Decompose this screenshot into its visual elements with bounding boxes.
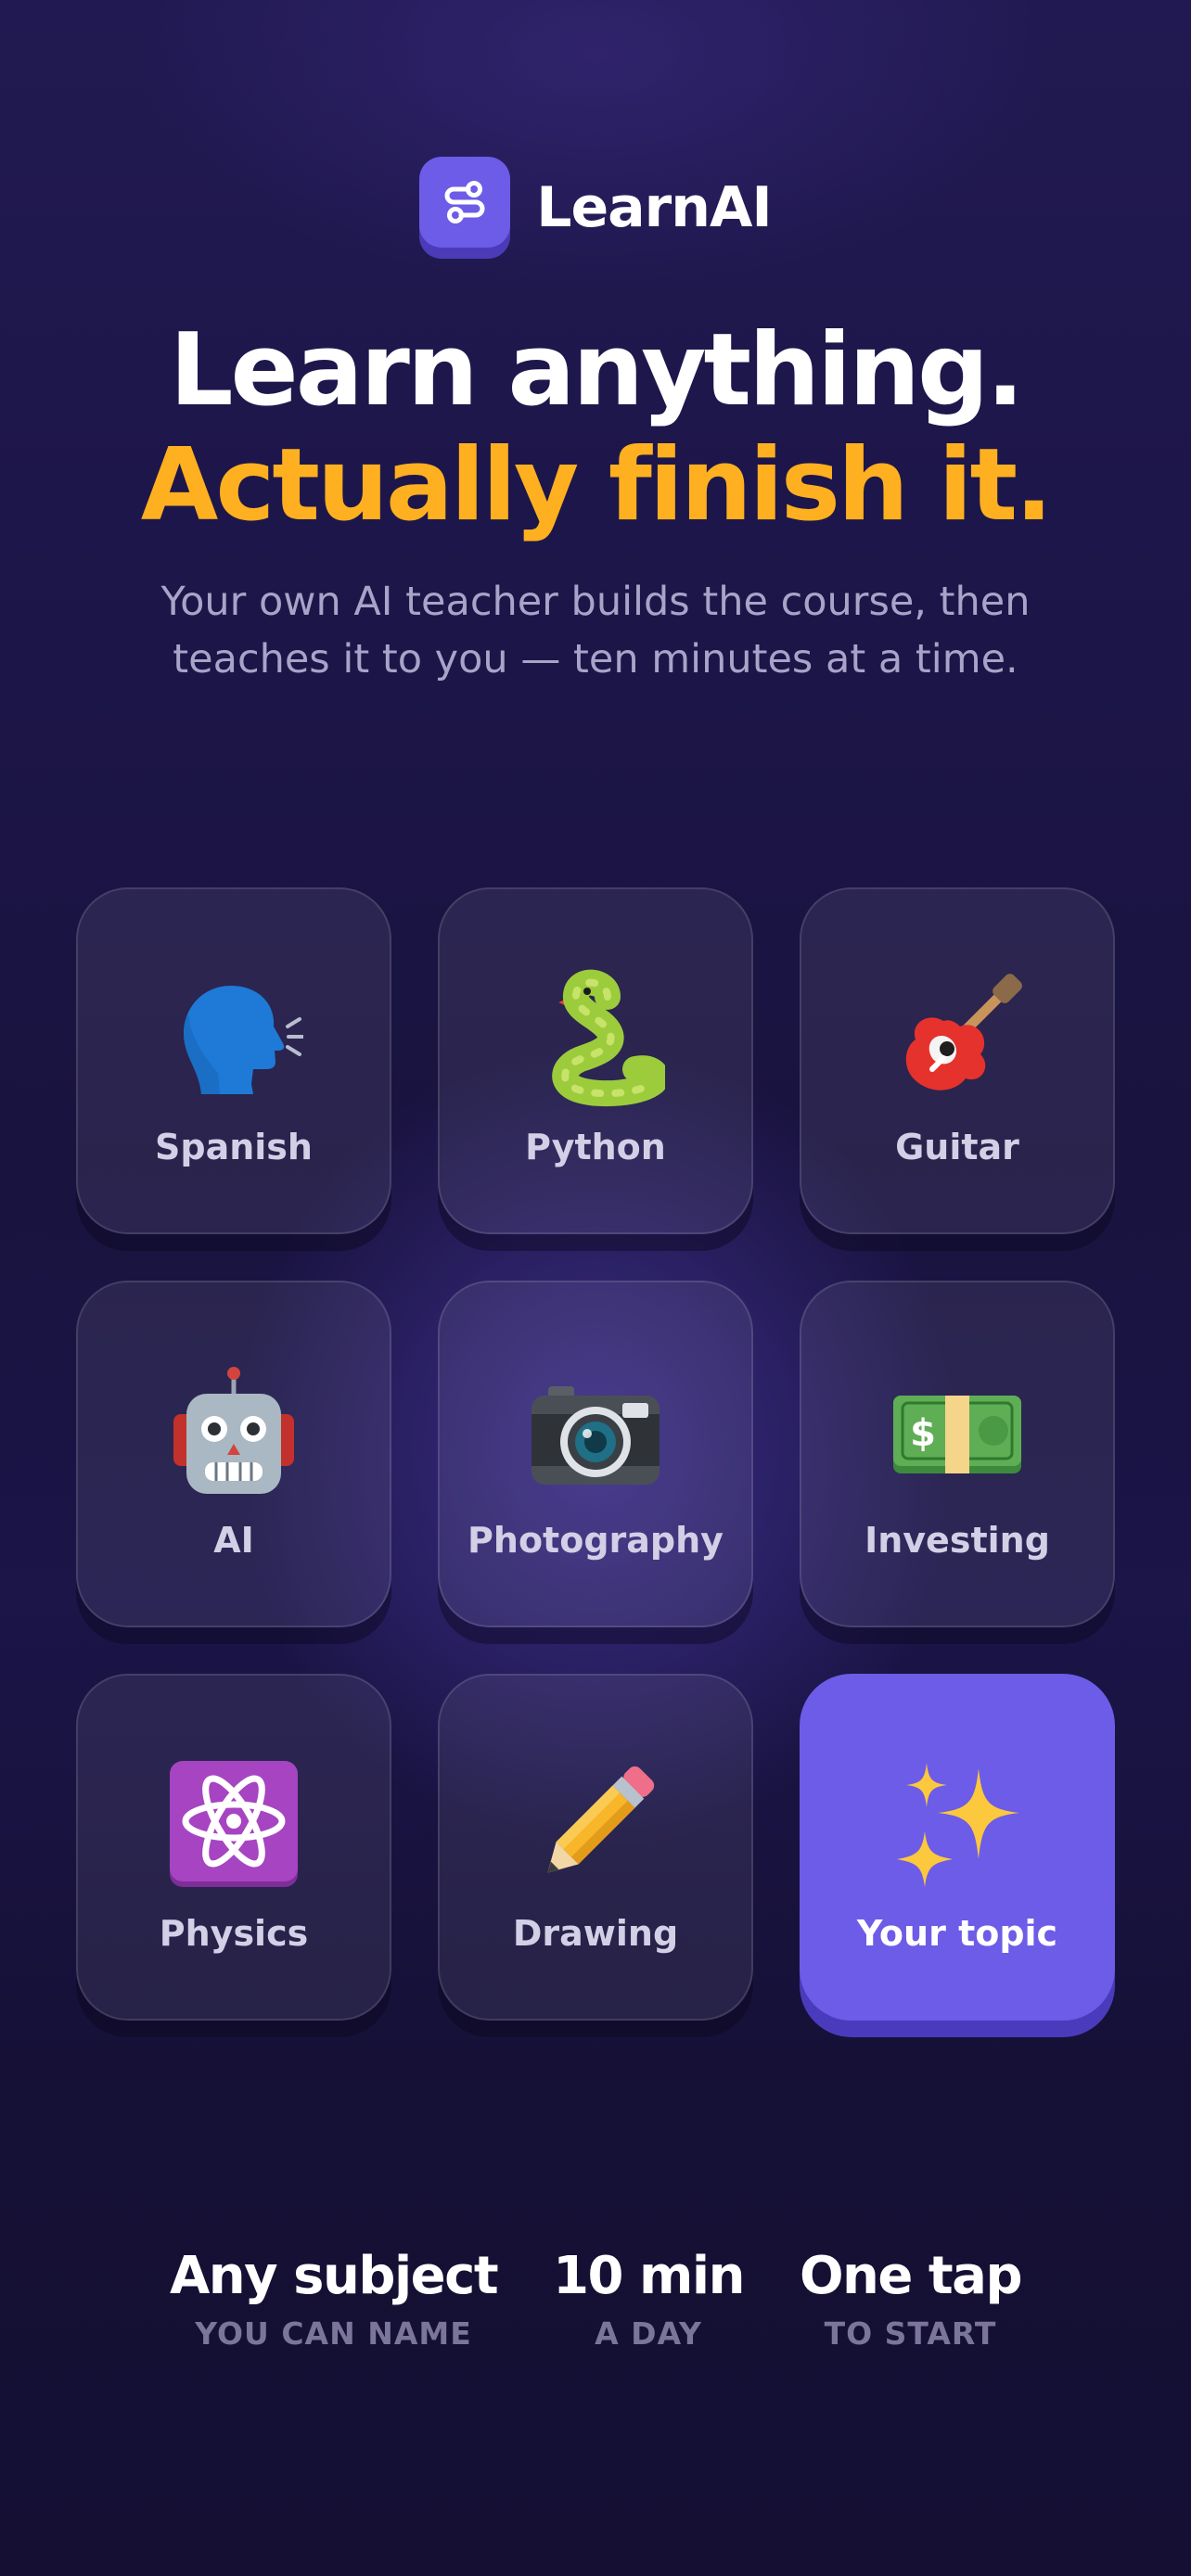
stat-one-tap: One tap TO START	[799, 2242, 1023, 2357]
robot-icon	[78, 1362, 390, 1501]
feature-stats: Any subject YOU CAN NAME 10 min A DAY On…	[0, 2242, 1191, 2357]
landing-page: LearnAI Learn anything. Actually finish …	[0, 0, 1191, 2576]
topic-tile-drawing[interactable]: Drawing	[438, 1674, 753, 2021]
topic-tile-spanish[interactable]: Spanish	[76, 887, 391, 1234]
stat-value: One tap	[799, 2246, 1023, 2306]
topic-grid: Spanish Python Guitar AI Photography $ I…	[76, 887, 1115, 2021]
topic-tile-investing[interactable]: $ Investing	[800, 1281, 1115, 1627]
dollar-banknote-icon: $	[801, 1362, 1113, 1501]
atom-symbol-icon	[78, 1755, 390, 1894]
topic-label: Physics	[159, 1913, 309, 1954]
app-name: LearnAI	[536, 175, 772, 240]
topic-label: Investing	[864, 1520, 1050, 1561]
stat-caption: A DAY	[595, 2315, 702, 2352]
snake-icon	[440, 969, 751, 1108]
hero-headline: Learn anything. Actually finish it.	[0, 313, 1191, 543]
svg-text:$: $	[910, 1412, 936, 1455]
topic-label: Guitar	[895, 1127, 1019, 1167]
headline-line-2: Actually finish it.	[140, 427, 1053, 543]
topic-label: Photography	[467, 1520, 724, 1561]
topic-tile-guitar[interactable]: Guitar	[800, 887, 1115, 1234]
stat-value: Any subject	[169, 2246, 499, 2306]
topic-label: Your topic	[856, 1913, 1058, 1954]
stat-caption: YOU CAN NAME	[195, 2315, 472, 2352]
stat-value: 10 min	[553, 2246, 745, 2306]
guitar-icon	[801, 969, 1113, 1108]
topic-label: Python	[525, 1127, 666, 1167]
topic-label: AI	[213, 1520, 254, 1561]
stat-any-subject: Any subject YOU CAN NAME	[169, 2242, 499, 2357]
topic-label: Spanish	[155, 1127, 313, 1167]
topic-tile-python[interactable]: Python	[438, 887, 753, 1234]
hero-subtitle: Your own AI teacher builds the course, t…	[160, 579, 1031, 682]
stat-caption: TO START	[824, 2315, 997, 2352]
pencil-icon	[440, 1755, 751, 1894]
sparkles-icon	[801, 1755, 1113, 1894]
topic-tile-your-topic[interactable]: Your topic	[800, 1674, 1115, 2021]
brand-header: LearnAI	[0, 156, 1191, 260]
speaking-head-icon	[78, 969, 390, 1108]
topic-tile-ai[interactable]: AI	[76, 1281, 391, 1627]
app-logo	[419, 157, 511, 248]
stat-ten-minutes: 10 min A DAY	[553, 2242, 745, 2357]
route-icon	[444, 181, 485, 223]
headline-line-1: Learn anything.	[169, 312, 1025, 428]
camera-icon	[440, 1362, 751, 1501]
topic-label: Drawing	[512, 1913, 679, 1954]
topic-tile-physics[interactable]: Physics	[76, 1674, 391, 2021]
topic-tile-photography[interactable]: Photography	[438, 1281, 753, 1627]
